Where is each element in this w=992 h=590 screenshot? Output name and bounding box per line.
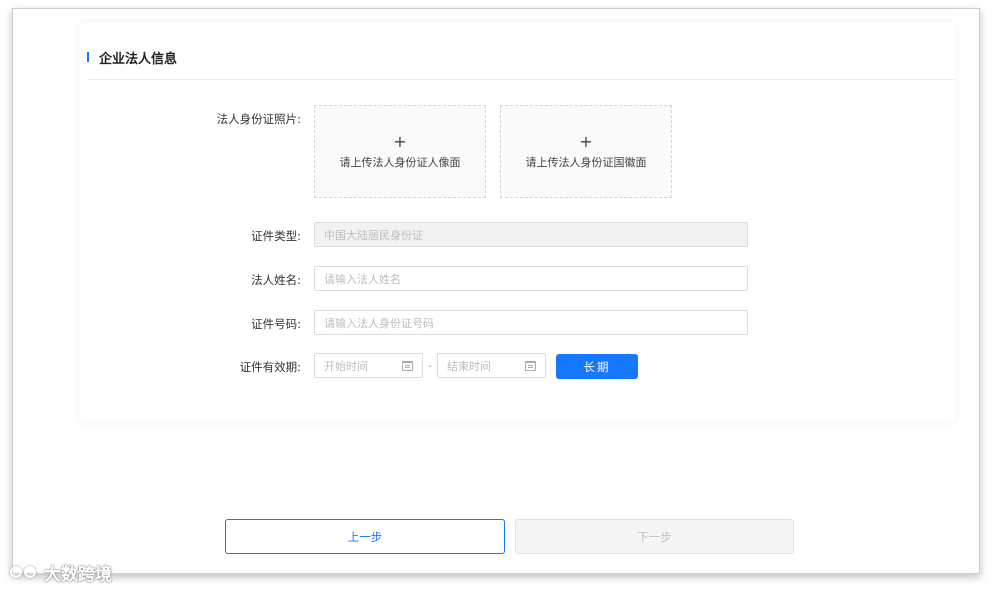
id-number-input[interactable]: 请输入法人身份证号码 [314, 310, 748, 335]
long-term-button[interactable]: 长期 [556, 354, 638, 379]
id-type-value: 中国大陆居民身份证 [324, 228, 423, 242]
upload-back-button[interactable]: + 请上传法人身份证国徽面 [500, 105, 672, 198]
end-date-placeholder: 结束时间 [447, 359, 491, 373]
date-separator: - [428, 359, 432, 372]
upload-front-text: 请上传法人身份证人像面 [339, 155, 461, 169]
id-photo-label: 法人身份证照片: [216, 112, 301, 126]
plus-icon: + [393, 131, 407, 151]
upload-back-text: 请上传法人身份证国徽面 [525, 155, 647, 169]
validity-label: 证件有效期: [239, 360, 301, 374]
section-accent-bar [87, 52, 89, 62]
legal-name-placeholder: 请输入法人姓名 [324, 272, 401, 286]
section-title: 企业法人信息 [99, 51, 178, 67]
legal-name-input[interactable]: 请输入法人姓名 [314, 266, 748, 291]
section-divider [87, 79, 955, 80]
end-date-picker[interactable]: 结束时间 [437, 353, 546, 378]
upload-front-button[interactable]: + 请上传法人身份证人像面 [314, 105, 486, 198]
id-type-label: 证件类型: [251, 229, 301, 243]
watermark-logo-icon [10, 565, 40, 580]
form-card: 企业法人信息 法人身份证照片: + 请上传法人身份证人像面 + 请上传法人身份证… [79, 23, 955, 421]
id-type-field: 中国大陆居民身份证 [314, 222, 748, 247]
plus-icon: + [579, 131, 593, 151]
calendar-icon [525, 360, 536, 371]
section-header: 企业法人信息 [87, 49, 178, 67]
id-number-placeholder: 请输入法人身份证号码 [324, 316, 434, 330]
start-date-placeholder: 开始时间 [324, 359, 368, 373]
prev-step-button[interactable]: 上一步 [225, 519, 505, 554]
watermark: 大数跨境 [10, 560, 112, 585]
page-frame: 企业法人信息 法人身份证照片: + 请上传法人身份证人像面 + 请上传法人身份证… [12, 8, 980, 574]
start-date-picker[interactable]: 开始时间 [314, 353, 423, 378]
legal-name-label: 法人姓名: [251, 273, 301, 287]
id-number-label: 证件号码: [251, 317, 301, 331]
calendar-icon [402, 360, 413, 371]
watermark-text: 大数跨境 [44, 565, 112, 585]
next-step-button[interactable]: 下一步 [515, 519, 794, 554]
